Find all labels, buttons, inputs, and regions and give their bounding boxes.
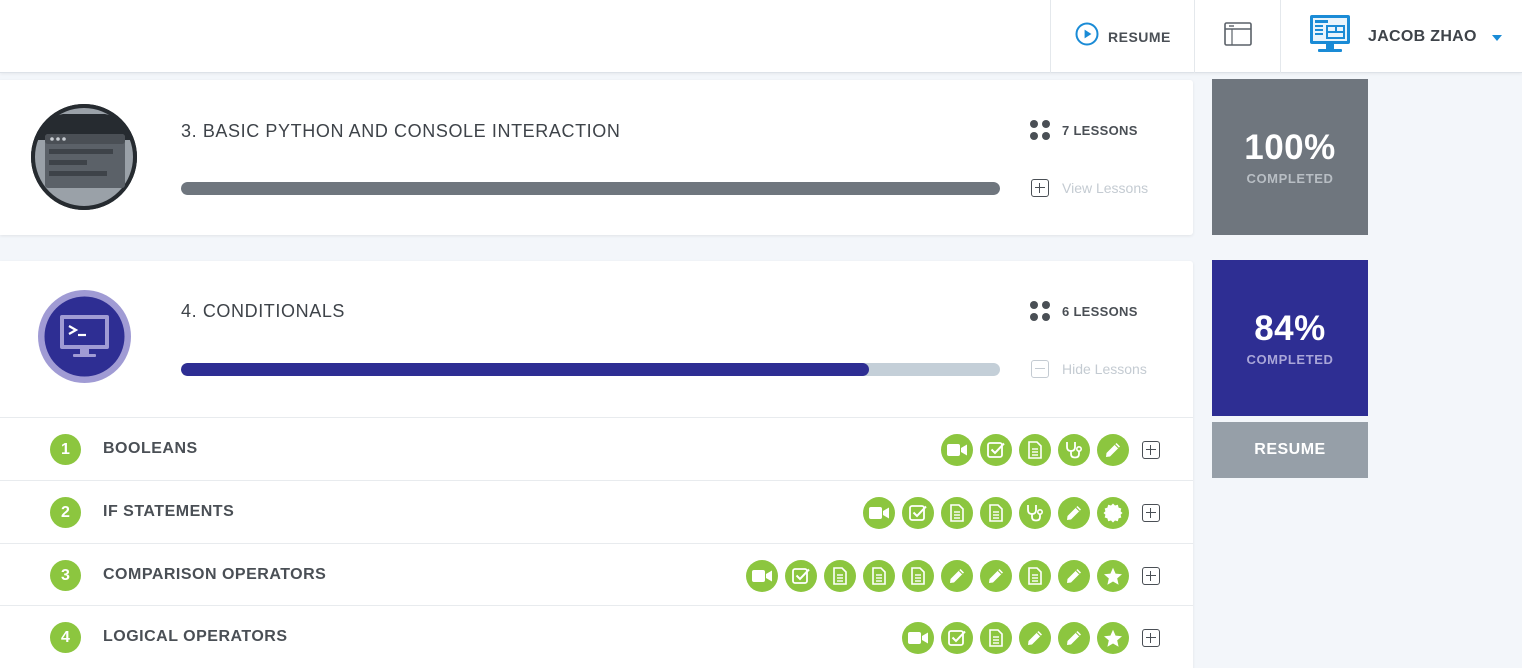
- course-card: 4. CONDITIONALS 6 LESSONS Hide Lessons 1…: [0, 261, 1193, 668]
- star-activity-icon[interactable]: [1097, 622, 1129, 654]
- lesson-activities: [895, 622, 1160, 654]
- video-activity-icon[interactable]: [746, 560, 778, 592]
- stethoscope-activity-icon[interactable]: [1058, 434, 1090, 466]
- document-activity-icon[interactable]: [1019, 560, 1051, 592]
- pencil-activity-icon[interactable]: [1058, 622, 1090, 654]
- lesson-row[interactable]: 3 COMPARISON OPERATORS: [0, 543, 1193, 606]
- lesson-activities: [856, 497, 1160, 529]
- terminal-monitor-icon: [38, 290, 131, 383]
- course-title: 4. CONDITIONALS: [181, 301, 346, 321]
- completion-percent: 100%: [1244, 128, 1336, 167]
- lesson-number-badge: 3: [50, 560, 81, 591]
- console-window-icon: [31, 104, 137, 210]
- completion-percent: 84%: [1254, 309, 1326, 348]
- collapse-icon: [1031, 360, 1049, 378]
- completion-panel: 84% COMPLETED: [1212, 260, 1368, 416]
- hide-lessons-toggle[interactable]: Hide Lessons: [1031, 360, 1147, 378]
- document-activity-icon[interactable]: [980, 497, 1012, 529]
- document-activity-icon[interactable]: [941, 497, 973, 529]
- document-activity-icon[interactable]: [902, 560, 934, 592]
- document-activity-icon[interactable]: [863, 560, 895, 592]
- lesson-number-badge: 1: [50, 434, 81, 465]
- lesson-row[interactable]: 2 IF STATEMENTS: [0, 480, 1193, 543]
- header-resume-label: RESUME: [1108, 28, 1171, 45]
- pencil-activity-icon[interactable]: [1097, 434, 1129, 466]
- course-progress-fill: [181, 363, 869, 376]
- grid-dots-icon: [1030, 301, 1050, 321]
- lessons-count: 6 LESSONS: [1030, 301, 1138, 321]
- lesson-name: LOGICAL OPERATORS: [103, 628, 288, 645]
- completion-panel: 100% COMPLETED: [1212, 79, 1368, 235]
- completion-caption: COMPLETED: [1246, 171, 1334, 186]
- lesson-number-badge: 2: [50, 497, 81, 528]
- expand-icon[interactable]: [1142, 567, 1160, 585]
- quiz-activity-icon[interactable]: [980, 434, 1012, 466]
- lesson-row[interactable]: 1 BOOLEANS: [0, 417, 1193, 480]
- video-activity-icon[interactable]: [863, 497, 895, 529]
- lesson-name: BOOLEANS: [103, 440, 198, 457]
- lesson-name: IF STATEMENTS: [103, 503, 235, 520]
- header-resume-button[interactable]: RESUME: [1050, 0, 1194, 73]
- star-activity-icon[interactable]: [1097, 560, 1129, 592]
- expand-icon[interactable]: [1142, 504, 1160, 522]
- video-activity-icon[interactable]: [902, 622, 934, 654]
- pencil-activity-icon[interactable]: [941, 560, 973, 592]
- avatar: [1308, 14, 1352, 59]
- stethoscope-activity-icon[interactable]: [1019, 497, 1051, 529]
- document-activity-icon[interactable]: [1019, 434, 1051, 466]
- course-progress-fill: [181, 182, 1000, 195]
- course-progress-bar: [181, 363, 1000, 376]
- hide-lessons-label: Hide Lessons: [1062, 361, 1147, 377]
- document-activity-icon[interactable]: [824, 560, 856, 592]
- lesson-name: COMPARISON OPERATORS: [103, 566, 327, 583]
- course-card: 3. BASIC PYTHON AND CONSOLE INTERACTION …: [0, 80, 1193, 235]
- user-name: JACOB ZHAO: [1368, 27, 1477, 45]
- document-activity-icon[interactable]: [980, 622, 1012, 654]
- lesson-number-badge: 4: [50, 622, 81, 653]
- user-menu[interactable]: JACOB ZHAO: [1280, 0, 1522, 73]
- lessons-count-label: 6 LESSONS: [1062, 303, 1138, 319]
- quiz-activity-icon[interactable]: [785, 560, 817, 592]
- lessons-count-label: 7 LESSONS: [1062, 122, 1138, 138]
- lesson-activities: [739, 560, 1160, 592]
- view-lessons-toggle[interactable]: View Lessons: [1031, 179, 1148, 197]
- lesson-row[interactable]: 4 LOGICAL OPERATORS: [0, 605, 1193, 668]
- completion-caption: COMPLETED: [1246, 352, 1334, 367]
- pencil-activity-icon[interactable]: [1019, 622, 1051, 654]
- video-activity-icon[interactable]: [941, 434, 973, 466]
- course-title: 3. BASIC PYTHON AND CONSOLE INTERACTION: [181, 121, 621, 141]
- quiz-activity-icon[interactable]: [941, 622, 973, 654]
- course-progress-bar: [181, 182, 1000, 195]
- expand-icon[interactable]: [1142, 441, 1160, 459]
- pencil-activity-icon[interactable]: [1058, 560, 1090, 592]
- quiz-activity-icon[interactable]: [902, 497, 934, 529]
- lesson-activities: [934, 434, 1160, 466]
- browser-window-button[interactable]: [1194, 0, 1280, 73]
- play-circle-icon: [1075, 22, 1099, 51]
- view-lessons-label: View Lessons: [1062, 180, 1149, 196]
- pencil-activity-icon[interactable]: [980, 560, 1012, 592]
- pencil-activity-icon[interactable]: [1058, 497, 1090, 529]
- top-bar: RESUME JACOB ZHAO: [0, 0, 1522, 73]
- course-resume-button[interactable]: RESUME: [1212, 422, 1368, 478]
- chevron-down-icon: [1491, 28, 1502, 46]
- browser-window-icon: [1223, 22, 1252, 51]
- lessons-count: 7 LESSONS: [1030, 120, 1138, 140]
- expand-icon: [1031, 179, 1049, 197]
- expand-icon[interactable]: [1142, 629, 1160, 647]
- badge-activity-icon[interactable]: [1097, 497, 1129, 529]
- grid-dots-icon: [1030, 120, 1050, 140]
